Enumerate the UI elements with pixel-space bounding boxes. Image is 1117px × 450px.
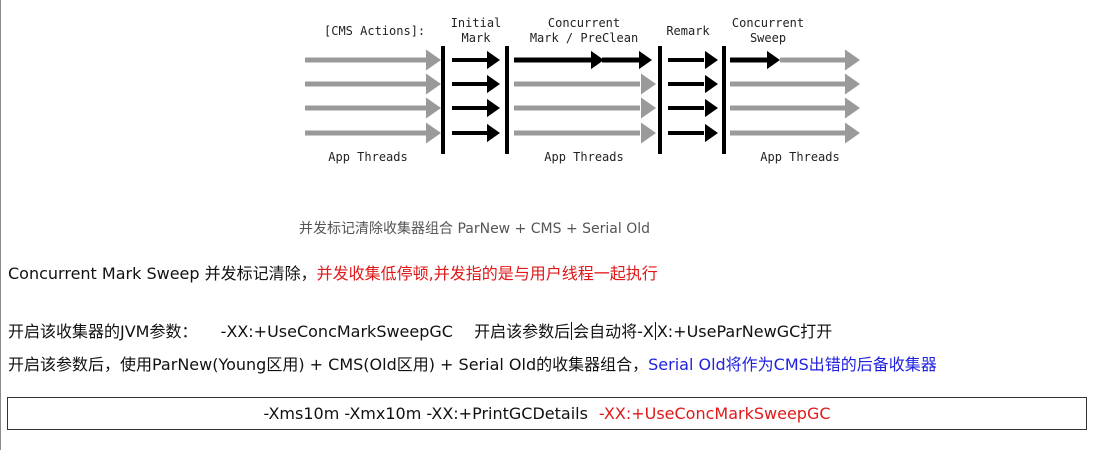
remark-arrowhead-2: [705, 98, 718, 118]
app-threads-label-2: App Threads: [544, 150, 623, 164]
concurrent-app-arrowhead-3: [641, 122, 656, 144]
remark-arrowhead-1: [705, 74, 718, 94]
app-threads-label-3: App Threads: [760, 150, 839, 164]
text-cursor-2: [654, 322, 656, 340]
divider-2: [505, 46, 509, 154]
sweep-app-arrowhead-0: [845, 49, 860, 71]
gray-thread-arrowhead-1: [426, 73, 441, 95]
gray-thread-arrowhead-0: [426, 49, 441, 71]
sweep-app-arrowhead-2: [845, 97, 860, 119]
initial-mark-arrowhead-1: [487, 74, 500, 94]
arrow-layer: [305, 49, 860, 144]
jvm-param-note-b: 会自动将-X: [573, 322, 654, 341]
remark-arrowhead-3: [705, 123, 718, 143]
divider-1: [441, 46, 445, 154]
cms-phases-diagram: [CMS Actions]: Initial Mark Concurrent M…: [300, 8, 880, 178]
cms-description-highlight: 并发收集低停顿,并发指的是与用户线程一起执行: [316, 264, 658, 283]
concurrent-app-arrowhead-1: [641, 73, 656, 95]
sweep-app-arrowhead-1: [845, 73, 860, 95]
text-cursor: [571, 322, 573, 340]
concurrent-mark-label-2: Mark / PreClean: [530, 31, 638, 45]
gray-thread-arrowhead-2: [426, 97, 441, 119]
diagram-caption: 并发标记清除收集器组合 ParNew + CMS + Serial Old: [299, 221, 650, 237]
sweep-gc-arrowhead: [767, 50, 780, 70]
collector-combo-text: 开启该参数后，使用ParNew(Young区用) + CMS(Old区用) + …: [8, 355, 649, 374]
remark-arrowhead-0: [705, 50, 718, 70]
initial-mark-arrowhead-3: [487, 123, 500, 143]
initial-mark-label-2: Mark: [462, 31, 492, 45]
jvm-command-red: -XX:+UseConcMarkSweepGC: [598, 404, 831, 423]
cms-actions-label: [CMS Actions]:: [324, 24, 425, 38]
collector-combo-highlight: Serial Old将作为CMS出错的后备收集器: [648, 355, 937, 374]
app-threads-label-1: App Threads: [328, 150, 407, 164]
concurrent-sweep-label-2: Sweep: [750, 31, 786, 45]
sweep-app-arrowhead-3: [845, 122, 860, 144]
concurrent-gc-arrowhead-2: [639, 50, 652, 70]
cms-diagram-svg: [CMS Actions]: Initial Mark Concurrent M…: [305, 16, 860, 164]
initial-mark-arrowhead-2: [487, 98, 500, 118]
jvm-param-label: 开启该收集器的JVM参数：: [8, 322, 198, 341]
left-border: [0, 0, 1, 450]
gray-thread-arrowhead-3: [426, 122, 441, 144]
jvm-param-note-c: X:+UseParNewGC打开: [656, 322, 833, 341]
initial-mark-arrowhead-0: [487, 50, 500, 70]
jvm-param-value: -XX:+UseConcMarkSweepGC: [220, 322, 453, 341]
initial-mark-label-1: Initial: [451, 16, 502, 30]
divider-3: [658, 46, 662, 154]
cms-description-line: Concurrent Mark Sweep 并发标记清除，并发收集低停顿,并发指…: [8, 260, 658, 284]
divider-4: [722, 46, 726, 154]
concurrent-mark-label-1: Concurrent: [548, 16, 620, 30]
jvm-param-note-a: 开启该参数后: [474, 322, 571, 341]
cms-description-prefix: Concurrent Mark Sweep 并发标记清除，: [8, 264, 317, 283]
jvm-param-line: 开启该收集器的JVM参数： -XX:+UseConcMarkSweepGC 开启…: [8, 318, 832, 342]
remark-label: Remark: [666, 24, 710, 38]
collector-combo-line: 开启该参数后，使用ParNew(Young区用) + CMS(Old区用) + …: [8, 351, 937, 375]
jvm-command-box: -Xms10m -Xmx10m -XX:+PrintGCDetails -XX:…: [7, 397, 1087, 430]
jvm-command-plain: -Xms10m -Xmx10m -XX:+PrintGCDetails: [263, 404, 588, 423]
concurrent-app-arrowhead-2: [641, 97, 656, 119]
concurrent-sweep-label-1: Concurrent: [732, 16, 804, 30]
